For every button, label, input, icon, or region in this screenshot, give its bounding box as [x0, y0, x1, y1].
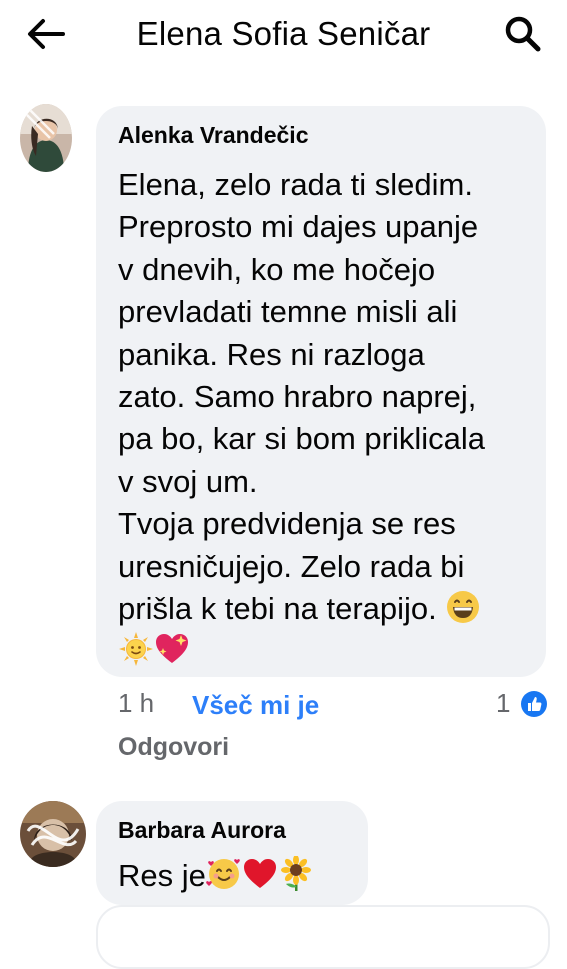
- sparkling-heart-emoji-icon: [156, 634, 188, 664]
- comment-author[interactable]: Alenka Vrandečic: [118, 122, 309, 149]
- smiling-face-with-hearts-emoji-icon: [206, 859, 240, 889]
- avatar[interactable]: [20, 801, 86, 867]
- comment-text: Res je: [118, 855, 354, 897]
- comment-text-body: Elena, zelo rada ti sledim. Preprosto mi…: [118, 167, 485, 627]
- sunflower-emoji-icon: [280, 856, 311, 891]
- top-bar: Elena Sofia Seničar: [0, 0, 567, 68]
- comment-author[interactable]: Barbara Aurora: [118, 817, 286, 844]
- reply-link[interactable]: Odgovori: [118, 733, 229, 762]
- avatar-photo: [20, 104, 72, 172]
- arrow-left-icon: [28, 19, 65, 49]
- comment-text-body: Res je: [118, 858, 206, 893]
- comment-bubble[interactable]: [96, 905, 550, 969]
- avatar[interactable]: [20, 104, 72, 172]
- reaction-count[interactable]: 1: [496, 688, 510, 719]
- sun-with-face-emoji-icon: [119, 632, 153, 667]
- grinning-face-emoji-icon: [447, 591, 480, 624]
- comment-time: 1 h: [118, 688, 155, 718]
- back-button[interactable]: [22, 12, 70, 56]
- page-title: Elena Sofia Seničar: [136, 15, 431, 52]
- search-button[interactable]: [499, 12, 547, 56]
- red-heart-emoji-icon: [243, 859, 276, 888]
- like-link[interactable]: Všeč mi je: [192, 690, 319, 721]
- search-icon: [505, 16, 541, 52]
- comment-text: Elena, zelo rada ti sledim. Preprosto mi…: [118, 164, 532, 673]
- avatar-photo: [20, 801, 86, 867]
- comment-bubble[interactable]: Alenka Vrandečic Elena, zelo rada ti sle…: [96, 106, 546, 677]
- thumbs-up-icon[interactable]: [520, 690, 548, 718]
- comment-bubble[interactable]: Barbara Aurora Res je: [96, 801, 368, 905]
